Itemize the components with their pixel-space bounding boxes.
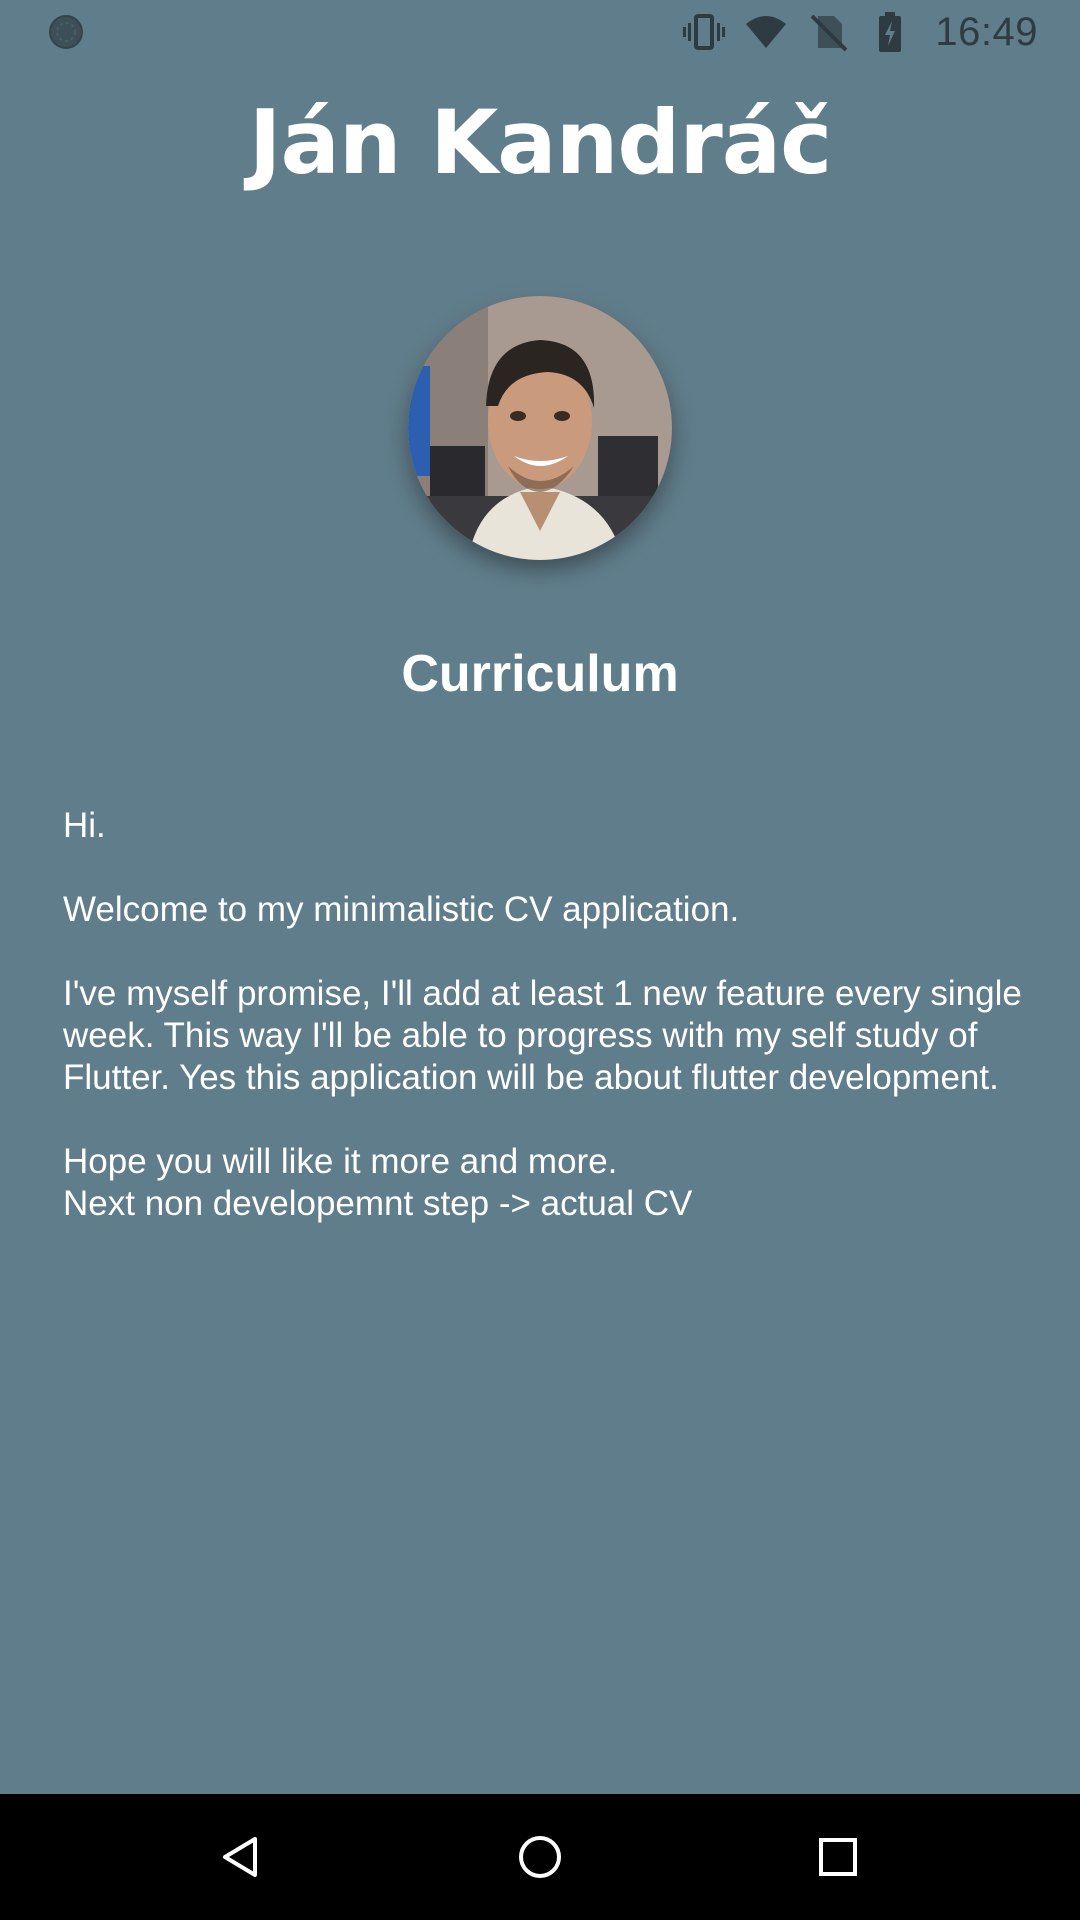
status-bar: 16:49 bbox=[0, 0, 1080, 64]
back-button[interactable] bbox=[208, 1824, 274, 1890]
no-sim-icon bbox=[805, 9, 851, 55]
back-icon bbox=[223, 1837, 257, 1877]
intro-welcome: Welcome to my minimalistic CV applicatio… bbox=[63, 890, 740, 929]
intro-next-step: Next non developemnt step -> actual CV bbox=[63, 1184, 693, 1223]
intro-hope: Hope you will like it more and more. bbox=[63, 1142, 618, 1181]
intro-text: Hi. Welcome to my minimalistic CV applic… bbox=[63, 805, 1023, 1225]
home-icon bbox=[519, 1836, 561, 1878]
avatar-photo bbox=[408, 296, 672, 560]
vibrate-icon bbox=[681, 9, 727, 55]
wifi-icon bbox=[743, 9, 789, 55]
status-icons: 16:49 bbox=[681, 8, 1038, 56]
recents-button[interactable] bbox=[805, 1824, 871, 1890]
activity-indicator-icon bbox=[48, 14, 84, 50]
page-title: Ján Kandráč bbox=[248, 91, 833, 194]
section-title: Curriculum bbox=[401, 645, 679, 703]
recents-icon bbox=[819, 1838, 857, 1876]
navigation-bar bbox=[0, 1794, 1080, 1920]
avatar bbox=[408, 296, 672, 560]
battery-charging-icon bbox=[867, 9, 913, 55]
intro-promise: I've myself promise, I'll add at least 1… bbox=[63, 974, 1022, 1097]
status-time: 16:49 bbox=[935, 9, 1038, 54]
home-button[interactable] bbox=[507, 1824, 573, 1890]
intro-greeting: Hi. bbox=[63, 806, 106, 845]
